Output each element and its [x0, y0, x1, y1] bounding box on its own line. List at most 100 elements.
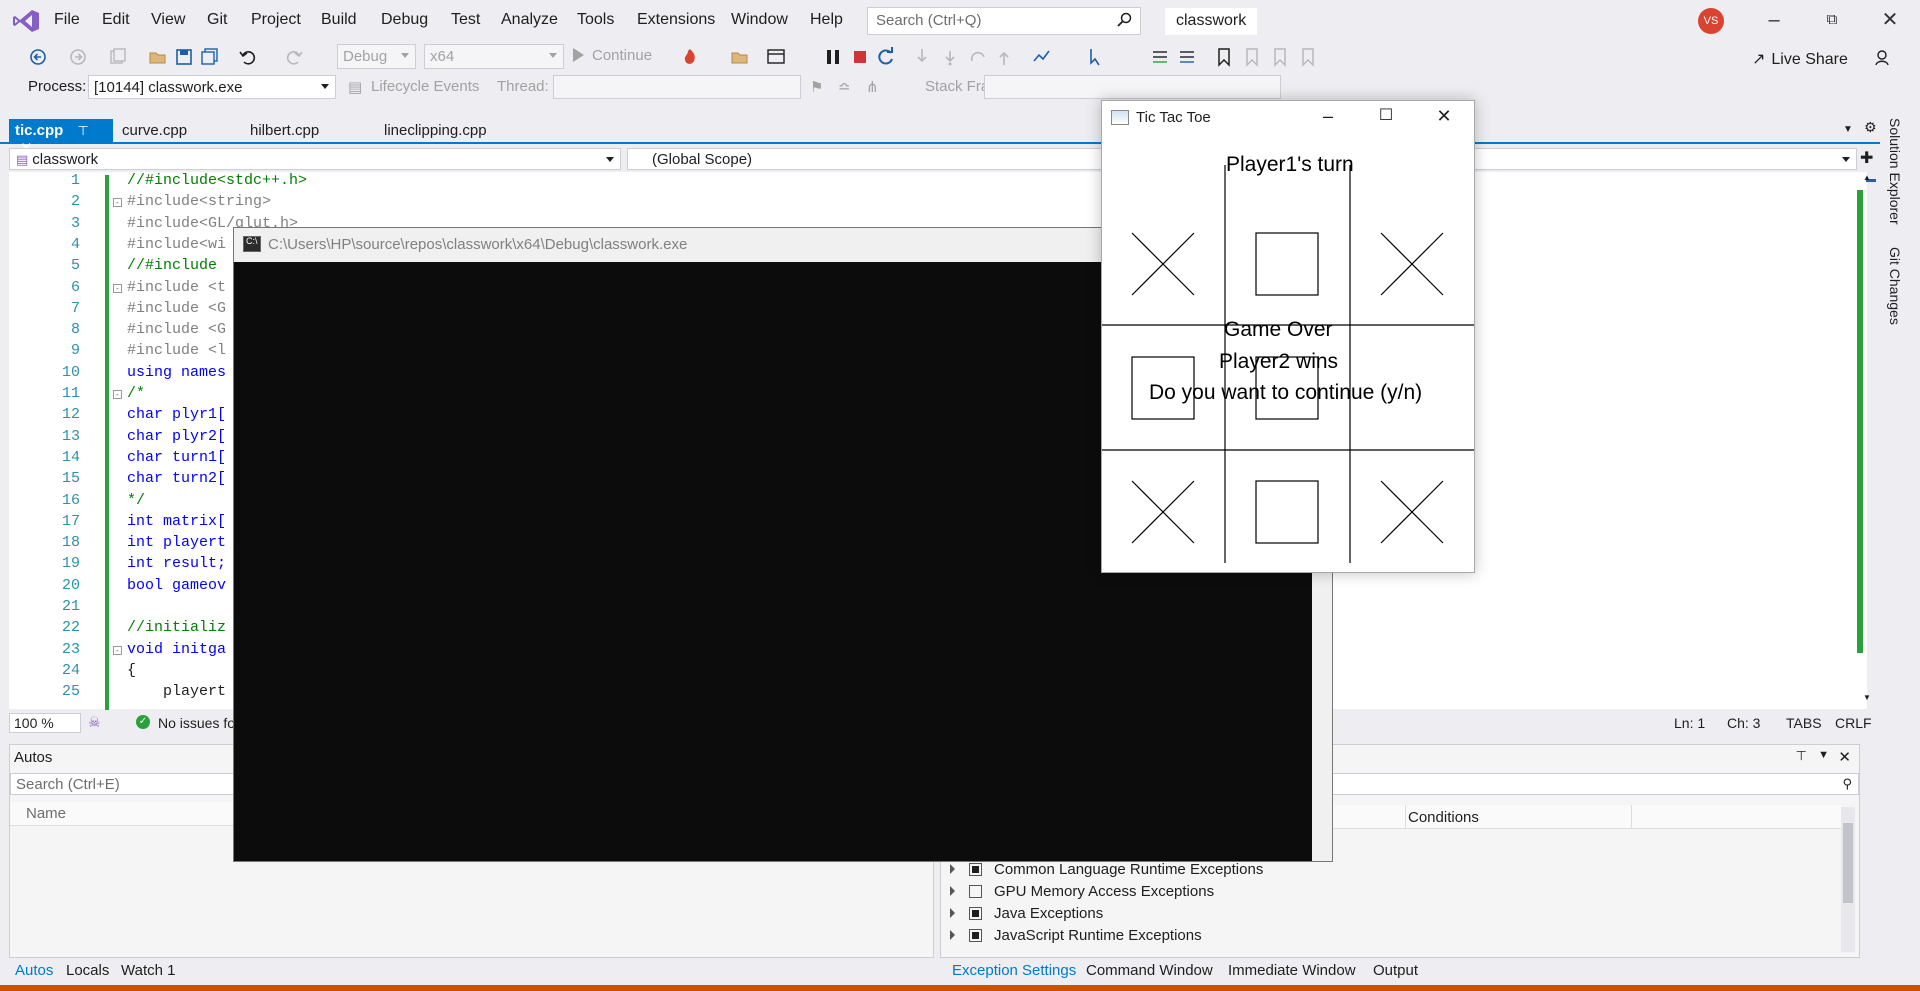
fold-toggle-icon[interactable]: -	[113, 646, 122, 655]
close-panel-icon[interactable]: ✕	[1838, 748, 1851, 766]
git-changes-tab[interactable]: Git Changes	[1887, 247, 1903, 325]
issues-status[interactable]: No issues fo	[158, 715, 235, 731]
code-line[interactable]: #include <t	[127, 279, 226, 296]
menu-debug[interactable]: Debug	[381, 11, 428, 29]
tab-autos[interactable]: Autos	[15, 962, 53, 979]
indent-indicator[interactable]: TABS	[1786, 715, 1822, 731]
bookmark-prev-icon[interactable]	[1242, 47, 1262, 67]
tab-locals[interactable]: Locals	[66, 962, 109, 979]
code-line[interactable]: */	[127, 492, 145, 509]
code-line[interactable]: bool gameov	[127, 577, 226, 594]
hot-reload-icon[interactable]	[680, 47, 700, 67]
minimize-icon[interactable]: –	[1308, 105, 1348, 129]
exception-row[interactable]: GPU Memory Access Exceptions	[950, 883, 1214, 900]
code-line[interactable]: #include<wi	[127, 236, 226, 253]
lifecycle-events-button[interactable]: Lifecycle Events	[371, 78, 479, 95]
tab-curve-cpp[interactable]: curve.cpp	[116, 119, 193, 143]
open-folder-icon[interactable]	[730, 47, 750, 67]
tab-immediate-window[interactable]: Immediate Window	[1228, 962, 1356, 979]
code-line[interactable]: char plyr1[	[127, 406, 226, 423]
flag-icon[interactable]: ⚑	[810, 78, 823, 96]
live-share-button[interactable]: ↗ Live Share	[1752, 49, 1848, 69]
pointer-icon[interactable]	[1086, 47, 1106, 67]
tab-output[interactable]: Output	[1373, 962, 1418, 979]
tab-hilbert-cpp[interactable]: hilbert.cpp	[244, 119, 325, 143]
split-editor-icon[interactable]: ✚	[1860, 148, 1873, 168]
code-line[interactable]: int matrix[	[127, 513, 226, 530]
code-line[interactable]: char turn2[	[127, 470, 226, 487]
step-redo-icon[interactable]	[968, 47, 988, 67]
open-folder-icon[interactable]	[148, 47, 168, 67]
pause-icon[interactable]	[823, 47, 843, 67]
tab-watch-1[interactable]: Watch 1	[121, 962, 175, 979]
tab-command-window[interactable]: Command Window	[1086, 962, 1213, 979]
line-indicator[interactable]: Ln: 1	[1674, 715, 1705, 731]
intellicode-icon[interactable]: ☠	[88, 714, 101, 731]
exception-checkbox[interactable]	[969, 907, 982, 920]
bookmark-icon[interactable]	[1214, 47, 1234, 67]
code-line[interactable]: void initga	[127, 641, 226, 658]
tab-tic-cpp[interactable]: tic.cpp ⊤ ✕	[9, 119, 113, 157]
zoom-dropdown[interactable]: 100 %	[9, 713, 81, 733]
code-line[interactable]: //#include	[127, 257, 217, 274]
exception-checkbox[interactable]	[969, 863, 982, 876]
close-icon[interactable]: ✕	[1424, 105, 1464, 129]
code-line[interactable]: /*	[127, 385, 145, 402]
scroll-up-icon[interactable]: ▲	[1863, 173, 1871, 182]
code-line[interactable]: char plyr2[	[127, 428, 226, 445]
diagnostics-icon[interactable]	[1032, 47, 1052, 67]
platform-dropdown[interactable]: x64	[424, 44, 564, 69]
menu-view[interactable]: View	[151, 11, 185, 29]
save-icon[interactable]	[174, 47, 194, 67]
expand-arrow-icon[interactable]	[950, 886, 955, 896]
expand-arrow-icon[interactable]	[950, 908, 955, 918]
stack-filter-icon[interactable]: ≏	[838, 78, 851, 96]
stack-hide-icon[interactable]: ⋔	[866, 78, 879, 96]
tic-tac-toe-window[interactable]: Tic Tac Toe – ☐ ✕ Player1's turn Game Ov…	[1101, 100, 1475, 573]
scroll-down-icon[interactable]: ▼	[1863, 693, 1871, 702]
code-line[interactable]: #include <l	[127, 342, 226, 359]
code-line[interactable]: int result;	[127, 555, 226, 572]
step-into-icon[interactable]	[912, 47, 932, 67]
stack-frame-dropdown[interactable]	[984, 75, 1281, 99]
menu-git[interactable]: Git	[207, 11, 227, 29]
visual-studio-logo-icon[interactable]	[12, 8, 40, 34]
bookmark-clear-icon[interactable]	[1298, 47, 1318, 67]
code-line[interactable]: playert	[127, 683, 226, 700]
exception-checkbox[interactable]	[969, 929, 982, 942]
continue-button[interactable]: Continue	[573, 47, 652, 64]
menu-edit[interactable]: Edit	[102, 11, 130, 29]
undo-icon[interactable]	[238, 47, 258, 67]
line-ending-indicator[interactable]: CRLF	[1835, 715, 1872, 731]
project-navigation-dropdown[interactable]: ▤ classwork	[9, 148, 621, 170]
menu-tools[interactable]: Tools	[577, 11, 614, 29]
code-line[interactable]: {	[127, 662, 136, 679]
thread-dropdown[interactable]	[553, 75, 801, 99]
window-layout-icon[interactable]	[766, 47, 786, 67]
comment-icon[interactable]	[1150, 47, 1170, 67]
stop-icon[interactable]	[850, 47, 870, 67]
exception-row[interactable]: Common Language Runtime Exceptions	[950, 861, 1263, 878]
scrollbar-thumb[interactable]	[1843, 823, 1853, 903]
expand-arrow-icon[interactable]	[950, 864, 955, 874]
panel-dropdown-icon[interactable]: ▼	[1818, 749, 1829, 761]
exception-row[interactable]: JavaScript Runtime Exceptions	[950, 927, 1202, 944]
fold-toggle-icon[interactable]: -	[113, 390, 122, 399]
fold-toggle-icon[interactable]: -	[113, 198, 122, 207]
code-line[interactable]: //initializ	[127, 619, 226, 636]
settings-gear-icon[interactable]: ⚙	[1864, 119, 1877, 136]
bookmark-next-icon[interactable]	[1270, 47, 1290, 67]
tab-exception-settings[interactable]: Exception Settings	[952, 962, 1076, 979]
pin-icon[interactable]: ⊤	[78, 123, 89, 138]
code-line[interactable]: #include <G	[127, 321, 226, 338]
conditions-column-header[interactable]: Conditions	[1408, 809, 1479, 826]
new-project-icon[interactable]	[108, 47, 128, 67]
fold-toggle-icon[interactable]: -	[113, 284, 122, 293]
avatar[interactable]: VS	[1698, 8, 1724, 34]
redo-icon[interactable]	[284, 47, 304, 67]
menu-project[interactable]: Project	[251, 11, 301, 29]
tab-overflow-icon[interactable]: ▼	[1843, 124, 1853, 135]
close-icon[interactable]: ✕	[1870, 8, 1910, 34]
feedback-icon[interactable]	[1874, 48, 1894, 68]
code-line[interactable]: //#include<stdc++.h>	[127, 172, 307, 189]
